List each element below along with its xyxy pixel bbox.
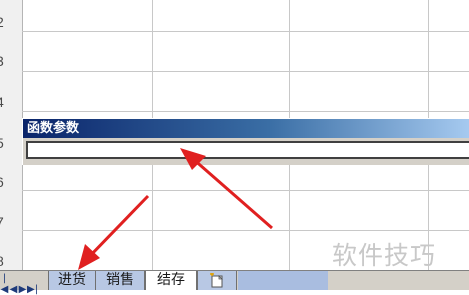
arrow-to-tab bbox=[78, 194, 150, 270]
annotation-arrows bbox=[78, 148, 273, 270]
arrow-to-field bbox=[180, 148, 273, 230]
